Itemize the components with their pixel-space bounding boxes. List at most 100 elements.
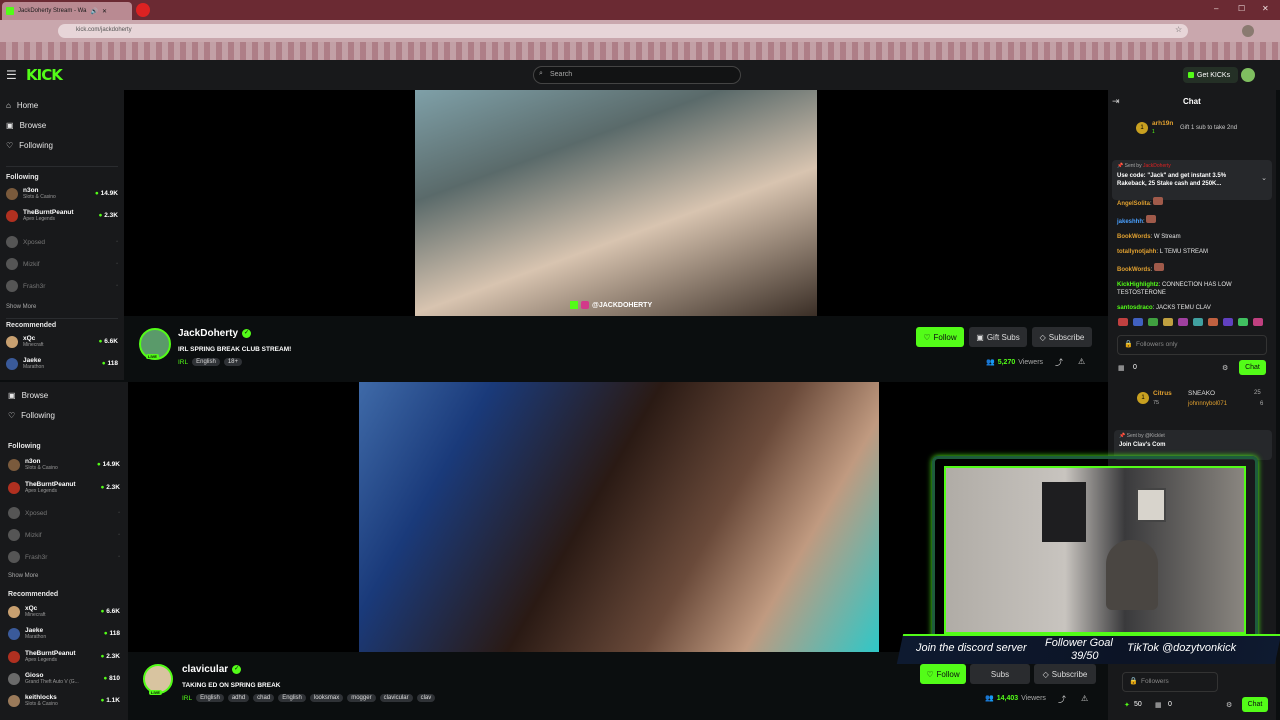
show-more-link[interactable]: Show More — [8, 573, 38, 579]
streamer-name[interactable]: clavicular — [182, 664, 228, 675]
category-link[interactable]: IRL — [182, 695, 192, 702]
sidebar-item-following[interactable]: ♡ Following — [6, 141, 53, 150]
sidebar-item-home[interactable]: ⌂ Home — [6, 101, 38, 110]
channel-item[interactable]: xQc Minecraft ● 6.6K — [6, 335, 118, 348]
channel-item[interactable]: TheBurntPeanut Apex Legends ● 2.3K — [8, 481, 120, 494]
channel-item[interactable]: Xposed ▫ — [6, 236, 118, 248]
share-icon[interactable]: ⤴ — [1058, 694, 1066, 705]
stream-video-frame-secondary[interactable] — [359, 382, 879, 652]
chat-title: Chat — [1183, 97, 1201, 106]
home-icon: ⌂ — [6, 101, 11, 110]
channel-item[interactable]: Gioso Grand Theft Auto V (G... ● 810 — [8, 672, 120, 685]
share-icon[interactable]: ⤴ — [1055, 357, 1063, 368]
avatar — [8, 694, 20, 707]
tag[interactable]: 18+ — [223, 358, 242, 366]
avatar — [6, 209, 18, 222]
record-icon[interactable] — [136, 3, 150, 17]
bookmark-star-icon[interactable]: ☆ — [1175, 25, 1182, 34]
channel-item[interactable]: xQc Minecraft ● 6.6K — [8, 605, 120, 618]
report-icon[interactable]: ⚠ — [1081, 694, 1088, 703]
gifter-name[interactable]: Citrus — [1153, 390, 1172, 397]
tag[interactable]: English — [192, 358, 220, 366]
chat-input[interactable]: 🔒 Followers only — [1117, 335, 1267, 355]
gifter-second[interactable]: SNEAKO — [1188, 390, 1215, 397]
emote-icon[interactable] — [1223, 318, 1233, 326]
address-bar[interactable]: kick.com/jackdoherty — [58, 24, 1188, 38]
follow-button[interactable]: ♡ Follow — [916, 327, 964, 347]
tag[interactable]: chad — [253, 694, 275, 702]
emote-icon[interactable] — [1178, 318, 1188, 326]
channel-item[interactable]: TheBurntPeanut Apex Legends ● 2.3K — [8, 650, 120, 663]
menu-icon[interactable]: ☰ — [6, 68, 17, 82]
sidebar-item-browse[interactable]: ▣ Browse — [8, 391, 48, 400]
sidebar-item-following[interactable]: ♡ Following — [8, 411, 55, 420]
maximize-button[interactable]: ☐ — [1238, 4, 1245, 13]
show-more-link[interactable]: Show More — [6, 304, 36, 310]
user-avatar[interactable] — [1241, 68, 1255, 82]
settings-icon[interactable]: ⚙ — [1222, 364, 1228, 372]
emote-icon[interactable] — [1148, 318, 1158, 326]
gift-subs-button[interactable]: Subs — [970, 664, 1030, 684]
browser-tab[interactable]: JackDoherty Stream - Wa 🔊 ✕ — [2, 2, 132, 20]
tag[interactable]: English — [278, 694, 306, 702]
get-kicks-button[interactable]: Get KICKs — [1183, 67, 1238, 83]
pinned-message[interactable]: 📌 Sent by JackDoherty Use code: "Jack" a… — [1112, 160, 1272, 200]
emote-icon[interactable] — [1208, 318, 1218, 326]
minimize-button[interactable]: – — [1214, 4, 1218, 13]
sidebar-item-browse[interactable]: ▣ Browse — [6, 121, 46, 130]
report-icon[interactable]: ⚠ — [1078, 357, 1085, 366]
send-chat-button[interactable]: Chat — [1242, 697, 1268, 712]
points-icon[interactable]: ▦ — [1118, 364, 1125, 372]
channel-item[interactable]: Mizkif ▫ — [6, 258, 118, 270]
channel-item[interactable]: TheBurntPeanut Apex Legends ● 2.3K — [6, 209, 118, 222]
channel-item[interactable]: Jaeke Marathon ● 118 — [8, 627, 120, 640]
emote-icon[interactable] — [1193, 318, 1203, 326]
send-chat-button[interactable]: Chat — [1239, 360, 1266, 375]
search-input[interactable]: ⌕ Search — [533, 66, 741, 84]
stream-video-frame[interactable]: @JACKDOHERTY — [415, 90, 817, 316]
avatar — [8, 672, 20, 685]
gifter-third[interactable]: johnnnybol071 — [1188, 401, 1227, 407]
tab-close-icon[interactable]: ✕ — [102, 8, 107, 15]
avatar — [6, 357, 18, 370]
channel-item[interactable]: n3on Slots & Casino ● 14.9K — [6, 187, 118, 200]
points-icon[interactable]: ✦ — [1124, 701, 1130, 709]
channel-item[interactable]: keithlocks Slots & Casino ● 1.1K — [8, 694, 120, 707]
emote-icon[interactable] — [1133, 318, 1143, 326]
subscribe-button[interactable]: ◇ Subscribe — [1032, 327, 1092, 347]
collapse-chat-icon[interactable]: ⇥ — [1112, 96, 1120, 107]
category-link[interactable]: IRL — [178, 359, 188, 366]
tag[interactable]: clavicular — [379, 694, 413, 702]
points-icon-secondary[interactable]: ▦ — [1155, 701, 1162, 709]
emote-icon[interactable] — [1238, 318, 1248, 326]
channel-item[interactable]: Frash3r ▫ — [6, 280, 118, 292]
gifter-name[interactable]: arh19n — [1152, 120, 1173, 127]
tag[interactable]: adhd — [227, 694, 250, 702]
follow-button[interactable]: ♡ Follow — [920, 664, 966, 684]
close-window-button[interactable]: ✕ — [1262, 4, 1269, 13]
emote-bar[interactable] — [1118, 318, 1263, 326]
chat-input[interactable]: 🔒 Followers — [1122, 672, 1218, 692]
gift-subs-button[interactable]: ▣ Gift Subs — [969, 327, 1027, 347]
tag[interactable]: mogger — [347, 694, 376, 702]
browse-icon: ▣ — [8, 391, 16, 400]
tag[interactable]: looksmax — [309, 694, 344, 702]
get-kicks-label: Get KICKs — [1197, 71, 1231, 79]
channel-item[interactable]: n3on Slots & Casino ● 14.9K — [8, 458, 120, 471]
tag[interactable]: clav — [416, 694, 436, 702]
subscribe-button[interactable]: ◇ Subscribe — [1034, 664, 1096, 684]
streamer-name[interactable]: JackDoherty — [178, 328, 238, 339]
tag[interactable]: English — [196, 694, 224, 702]
emote-icon[interactable] — [1118, 318, 1128, 326]
kicks-icon — [1188, 72, 1194, 78]
settings-icon[interactable]: ⚙ — [1226, 701, 1232, 709]
channel-item[interactable]: Frash3r ▫ — [8, 551, 120, 563]
channel-item[interactable]: Xposed ▫ — [8, 507, 120, 519]
kick-logo[interactable]: KICK — [26, 66, 63, 84]
channel-item[interactable]: Jaeke Marathon ● 118 — [6, 357, 118, 370]
channel-item[interactable]: Mizkif ▫ — [8, 529, 120, 541]
emote-icon[interactable] — [1253, 318, 1263, 326]
chevron-down-icon[interactable]: ⌄ — [1261, 174, 1267, 182]
emote-icon[interactable] — [1163, 318, 1173, 326]
profile-avatar[interactable] — [1242, 25, 1254, 37]
